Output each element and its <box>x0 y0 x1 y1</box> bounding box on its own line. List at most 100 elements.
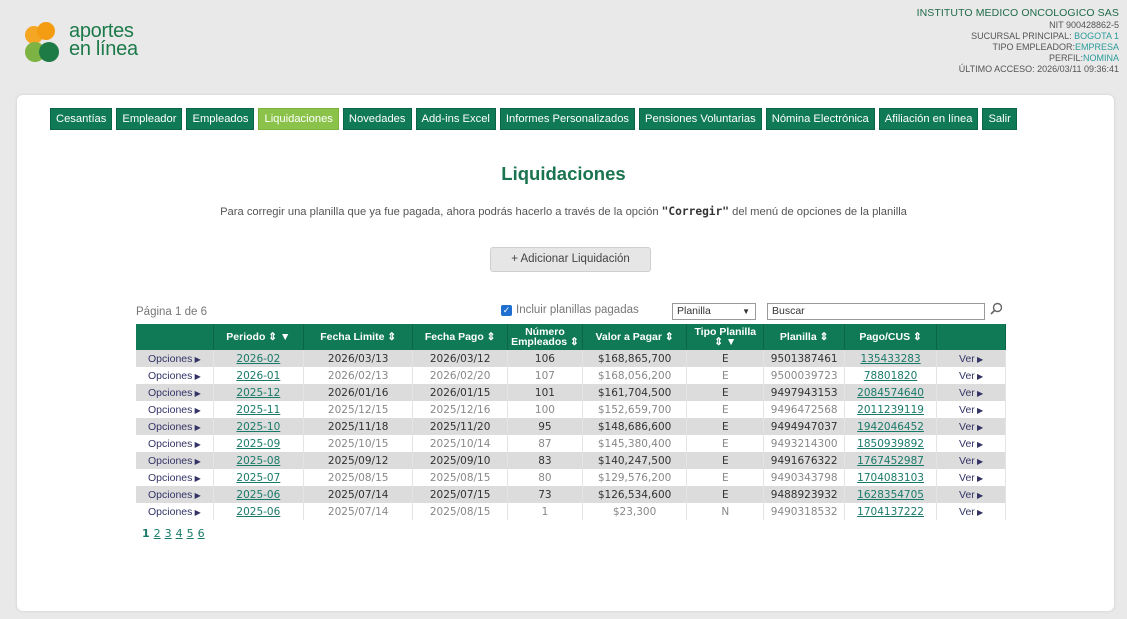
pago-cus-link-value[interactable]: 135433283 <box>861 353 921 365</box>
options-menu-button-value[interactable]: Opciones <box>148 404 192 416</box>
page-link-3[interactable]: 3 <box>165 527 172 540</box>
pago-cus-link[interactable]: 135433283 <box>844 350 938 367</box>
options-menu-button-value[interactable]: Opciones <box>148 353 192 365</box>
periodo-link-value[interactable]: 2026-02 <box>236 353 280 365</box>
ver-button-value[interactable]: Ver <box>959 421 975 433</box>
ver-button[interactable]: Ver ▶ <box>936 418 1006 435</box>
tipo-planilla-col-header[interactable]: Tipo Planilla ⇕ ▼ <box>686 324 765 350</box>
fecha-pago-col-header[interactable]: Fecha Pago ⇕ <box>412 324 508 350</box>
valor-pagar-col-header[interactable]: Valor a Pagar ⇕ <box>582 324 688 350</box>
periodo-link[interactable]: 2025-06 <box>213 503 304 520</box>
tab-empleados[interactable]: Empleados <box>186 108 255 130</box>
numero-empleados-col-header[interactable]: Número Empleados ⇕ <box>507 324 584 350</box>
search-icon[interactable] <box>990 302 1003 315</box>
pago-cus-link[interactable]: 78801820 <box>844 367 938 384</box>
periodo-link-value[interactable]: 2025-09 <box>236 438 280 450</box>
periodo-col-header[interactable]: Periodo ⇕ ▼ <box>213 324 304 350</box>
options-menu-button[interactable]: Opciones ▶ <box>136 435 214 452</box>
options-menu-button[interactable]: Opciones ▶ <box>136 384 214 401</box>
options-menu-button[interactable]: Opciones ▶ <box>136 469 214 486</box>
ver-button-value[interactable]: Ver <box>959 472 975 484</box>
ver-button-value[interactable]: Ver <box>959 489 975 501</box>
pago-cus-link-value[interactable]: 2011239119 <box>857 404 924 416</box>
periodo-link-value[interactable]: 2025-11 <box>236 404 280 416</box>
pago-cus-link-value[interactable]: 1704137222 <box>857 506 924 518</box>
page-link-4[interactable]: 4 <box>176 527 183 540</box>
page-link-1[interactable]: 1 <box>142 527 150 540</box>
options-menu-button[interactable]: Opciones ▶ <box>136 486 214 503</box>
options-menu-button[interactable]: Opciones ▶ <box>136 367 214 384</box>
tab-cesantias[interactable]: Cesantías <box>50 108 113 130</box>
ver-button[interactable]: Ver ▶ <box>936 384 1006 401</box>
options-menu-button-value[interactable]: Opciones <box>148 421 192 433</box>
periodo-link-value[interactable]: 2025-06 <box>236 489 280 501</box>
tab-informes-personalizados[interactable]: Informes Personalizados <box>499 108 636 130</box>
page-link-2[interactable]: 2 <box>154 527 161 540</box>
ver-button-value[interactable]: Ver <box>959 438 975 450</box>
ver-button[interactable]: Ver ▶ <box>936 367 1006 384</box>
tab-afiliacion-en-linea[interactable]: Afiliación en línea <box>878 108 979 130</box>
ver-button[interactable]: Ver ▶ <box>936 401 1006 418</box>
pago-cus-link-value[interactable]: 2084574640 <box>857 387 924 399</box>
options-menu-button[interactable]: Opciones ▶ <box>136 503 214 520</box>
pago-cus-link[interactable]: 1628354705 <box>844 486 938 503</box>
tab-novedades[interactable]: Novedades <box>342 108 412 130</box>
pago-cus-link[interactable]: 2084574640 <box>844 384 938 401</box>
fecha-limite-col-header[interactable]: Fecha Limite ⇕ <box>303 324 414 350</box>
ver-button-value[interactable]: Ver <box>959 506 975 518</box>
periodo-link[interactable]: 2026-01 <box>213 367 304 384</box>
ver-button-value[interactable]: Ver <box>959 387 975 399</box>
periodo-link[interactable]: 2025-06 <box>213 486 304 503</box>
options-menu-button-value[interactable]: Opciones <box>148 506 192 518</box>
periodo-link-value[interactable]: 2025-12 <box>236 387 280 399</box>
ver-button-value[interactable]: Ver <box>959 370 975 382</box>
page-link-6[interactable]: 6 <box>198 527 205 540</box>
pago-cus-link[interactable]: 1704083103 <box>844 469 938 486</box>
pago-cus-link-value[interactable]: 1628354705 <box>857 489 924 501</box>
periodo-link[interactable]: 2025-10 <box>213 418 304 435</box>
periodo-link[interactable]: 2025-12 <box>213 384 304 401</box>
pago-cus-link[interactable]: 1850939892 <box>844 435 938 452</box>
pago-cus-link[interactable]: 1942046452 <box>844 418 938 435</box>
periodo-link[interactable]: 2026-02 <box>213 350 304 367</box>
periodo-link-value[interactable]: 2025-07 <box>236 472 280 484</box>
filter-select[interactable]: Planilla ▼ <box>672 303 756 320</box>
options-menu-button-value[interactable]: Opciones <box>148 370 192 382</box>
pago-cus-link-value[interactable]: 1704083103 <box>857 472 924 484</box>
periodo-link[interactable]: 2025-09 <box>213 435 304 452</box>
search-input[interactable]: Buscar <box>767 303 985 320</box>
include-paid-checkbox[interactable]: ✓ <box>501 304 512 316</box>
periodo-link-value[interactable]: 2025-10 <box>236 421 280 433</box>
ver-button[interactable]: Ver ▶ <box>936 452 1006 469</box>
options-menu-button-value[interactable]: Opciones <box>148 472 192 484</box>
periodo-link[interactable]: 2025-11 <box>213 401 304 418</box>
ver-button-value[interactable]: Ver <box>959 353 975 365</box>
pago-cus-link-value[interactable]: 1767452987 <box>857 455 924 467</box>
include-paid-toggle[interactable]: ✓ Incluir planillas pagadas <box>501 304 639 316</box>
pago-cus-link-value[interactable]: 1942046452 <box>857 421 924 433</box>
add-liquidacion-button[interactable]: + Adicionar Liquidación <box>490 247 651 272</box>
options-menu-button[interactable]: Opciones ▶ <box>136 452 214 469</box>
options-menu-button-value[interactable]: Opciones <box>148 387 192 399</box>
pago-cus-col-header[interactable]: Pago/CUS ⇕ <box>844 324 938 350</box>
planilla-col-header[interactable]: Planilla ⇕ <box>763 324 845 350</box>
ver-button[interactable]: Ver ▶ <box>936 503 1006 520</box>
ver-button-value[interactable]: Ver <box>959 404 975 416</box>
options-menu-button[interactable]: Opciones ▶ <box>136 418 214 435</box>
tab-addins-excel[interactable]: Add-ins Excel <box>415 108 496 130</box>
periodo-link[interactable]: 2025-07 <box>213 469 304 486</box>
tab-empleador[interactable]: Empleador <box>116 108 183 130</box>
options-menu-button-value[interactable]: Opciones <box>148 489 192 501</box>
page-link-5[interactable]: 5 <box>187 527 194 540</box>
tab-nomina-electronica[interactable]: Nómina Electrónica <box>765 108 875 130</box>
options-menu-button[interactable]: Opciones ▶ <box>136 350 214 367</box>
ver-button[interactable]: Ver ▶ <box>936 486 1006 503</box>
ver-button[interactable]: Ver ▶ <box>936 469 1006 486</box>
ver-button[interactable]: Ver ▶ <box>936 435 1006 452</box>
options-menu-button-value[interactable]: Opciones <box>148 455 192 467</box>
pago-cus-link[interactable]: 1767452987 <box>844 452 938 469</box>
tab-liquidaciones[interactable]: Liquidaciones <box>258 108 339 130</box>
periodo-link-value[interactable]: 2025-08 <box>236 455 280 467</box>
tab-pensiones-voluntarias[interactable]: Pensiones Voluntarias <box>639 108 762 130</box>
periodo-link[interactable]: 2025-08 <box>213 452 304 469</box>
